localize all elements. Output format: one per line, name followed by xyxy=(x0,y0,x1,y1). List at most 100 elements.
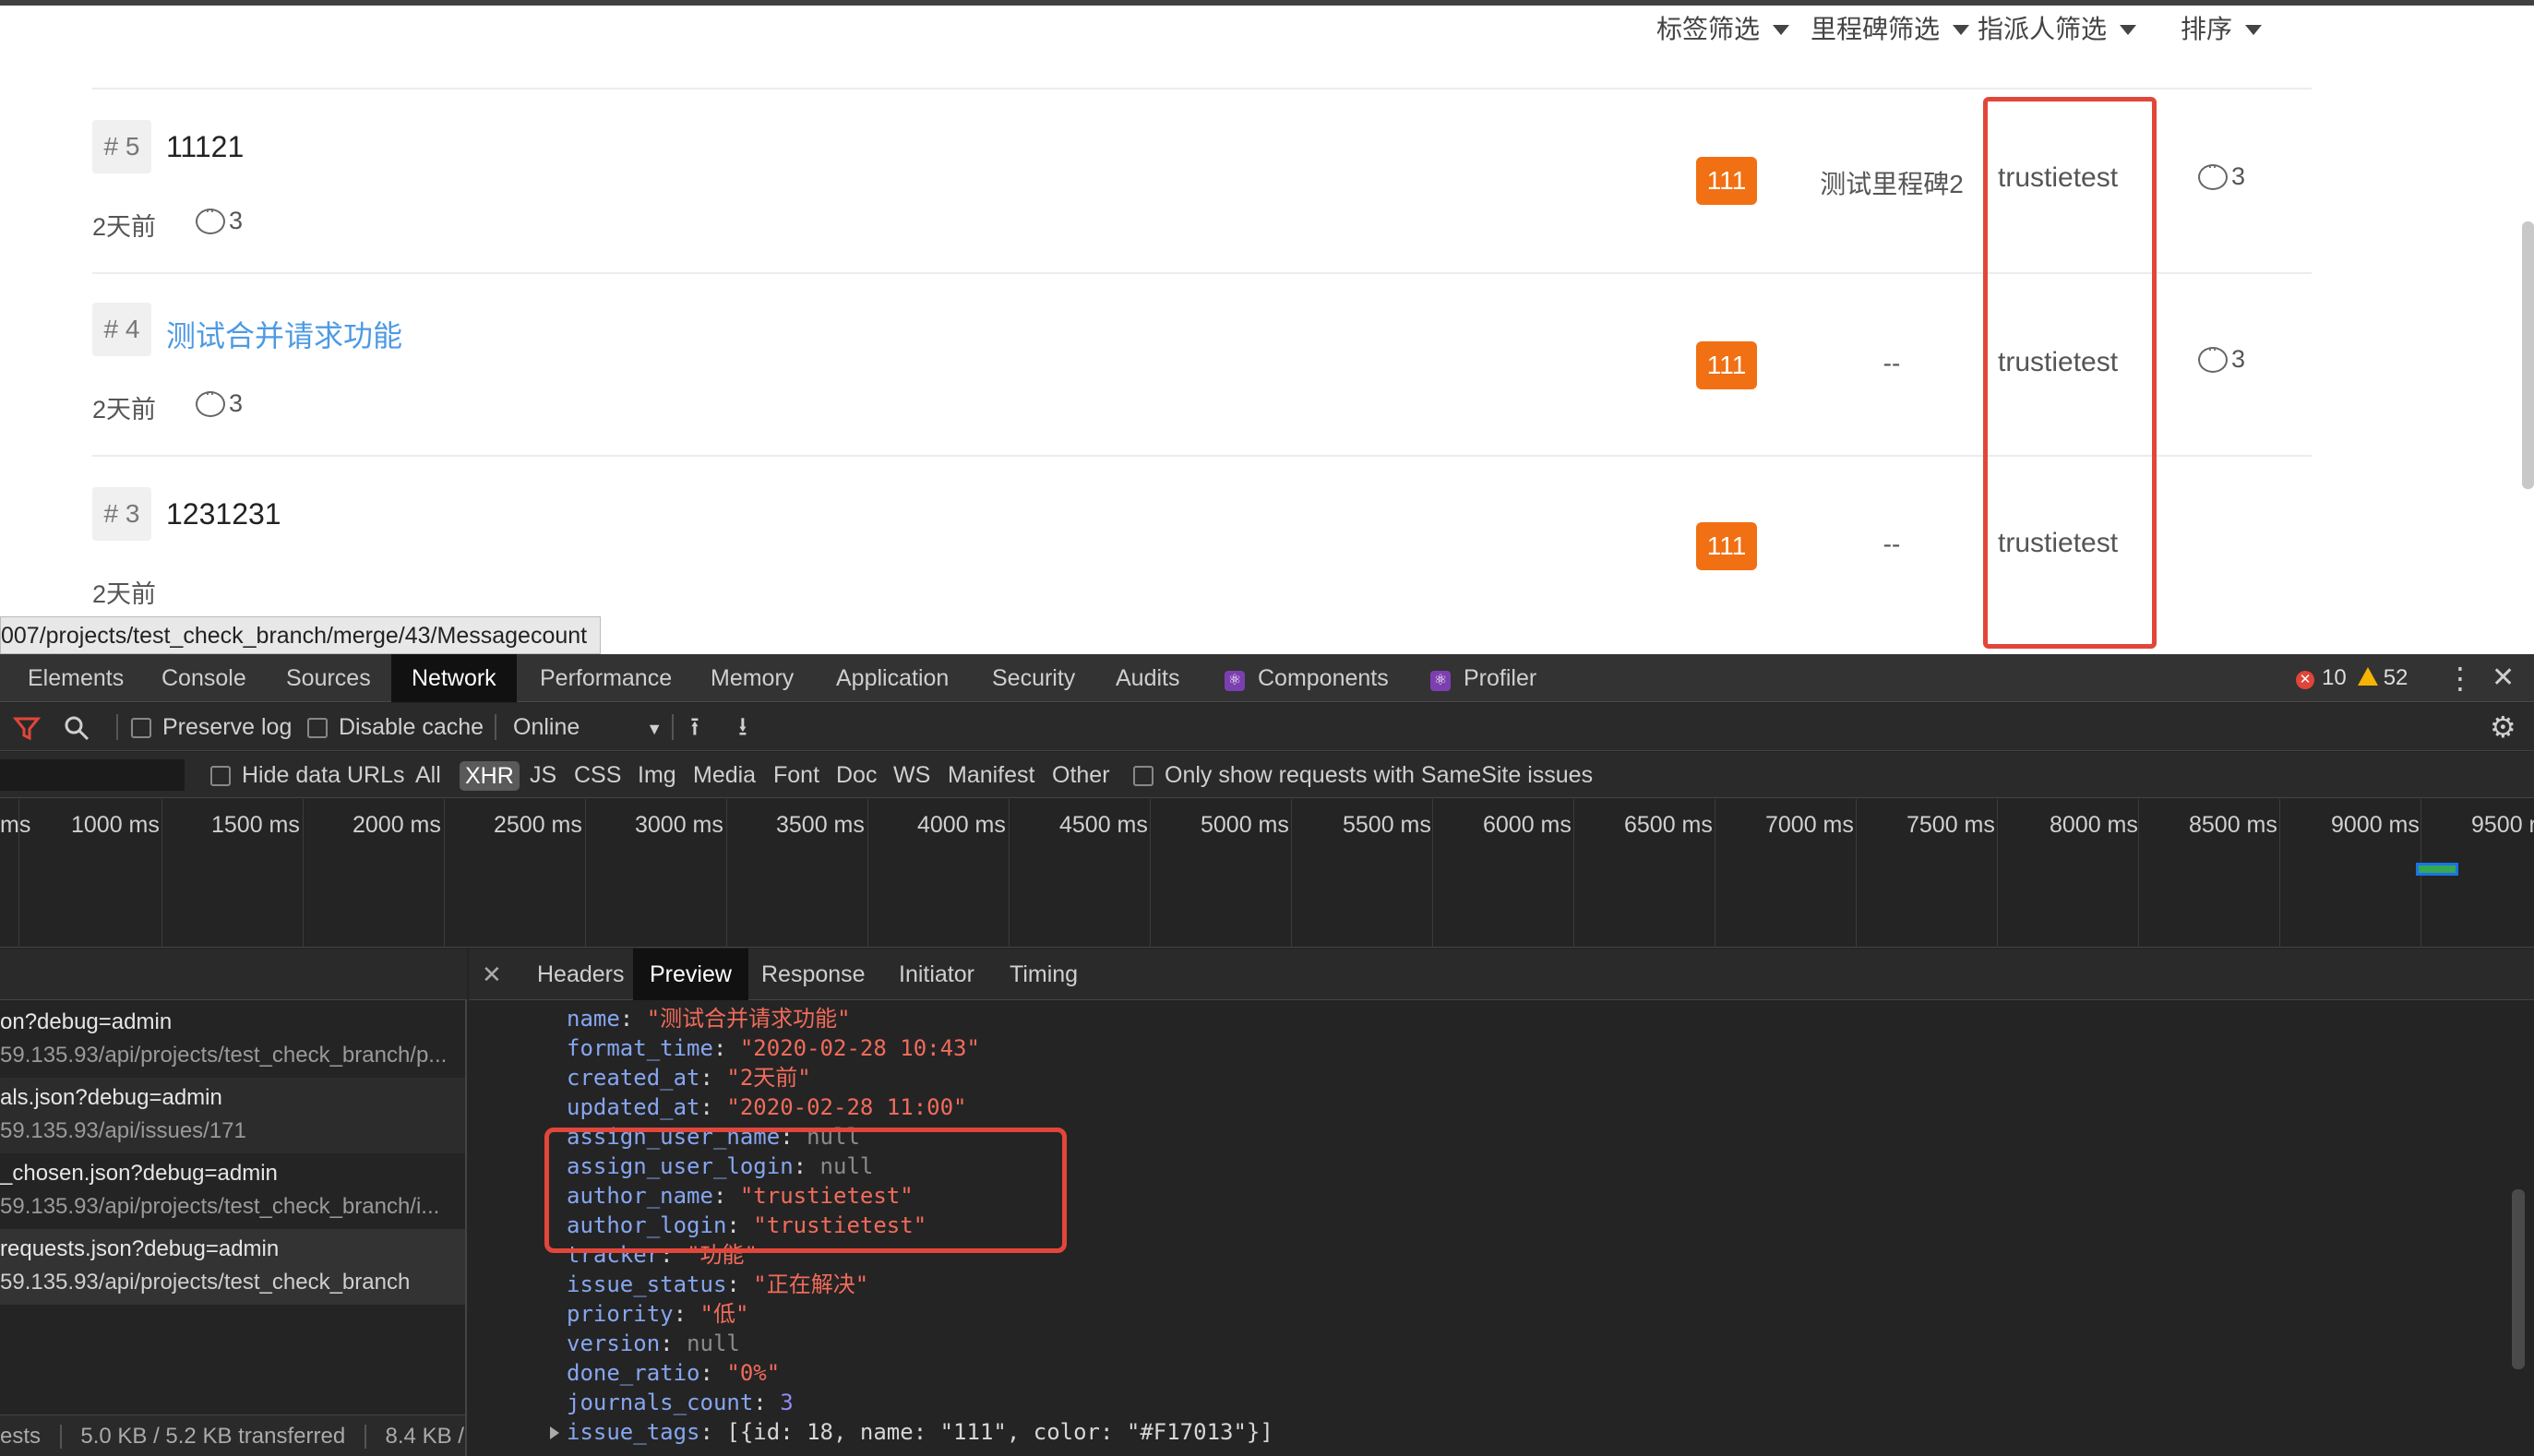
tab-console[interactable]: Console xyxy=(141,654,267,702)
issue-tag[interactable]: 111 xyxy=(1696,157,1757,205)
samesite-checkbox[interactable]: Only show requests with SameSite issues xyxy=(1133,752,1593,798)
summary-transferred: 5.0 KB / 5.2 KB transferred xyxy=(80,1424,346,1449)
json-highlight-box xyxy=(544,1128,1067,1253)
error-icon: ✕ xyxy=(2296,671,2314,689)
tab-components-label: Components xyxy=(1258,665,1389,691)
tab-performance[interactable]: Performance xyxy=(520,654,692,702)
comment-count: 3 xyxy=(2231,162,2246,190)
issue-tag[interactable]: 111 xyxy=(1696,341,1757,389)
tab-profiler[interactable]: ⚛ Profiler xyxy=(1410,654,1557,702)
type-filter-other[interactable]: Other xyxy=(1052,752,1110,798)
issue-title[interactable]: 测试合并请求功能 xyxy=(166,313,402,355)
divider xyxy=(92,272,2312,274)
preserve-log-checkbox[interactable]: Preserve log xyxy=(131,703,292,751)
timeline-tick-label: 3000 ms xyxy=(635,812,723,838)
network-timeline[interactable]: ms 1000 ms 1500 ms 2000 ms 2500 ms 3000 … xyxy=(0,799,2534,948)
devtools-panel: Elements Console Sources Network Perform… xyxy=(0,654,2534,1456)
issue-comment-count: 3 xyxy=(196,384,243,418)
sort-filter[interactable]: 排序 xyxy=(2181,9,2263,46)
timeline-gridline xyxy=(1291,799,1292,948)
assignee-filter[interactable]: 指派人筛选 xyxy=(1978,9,2137,46)
timeline-gridline xyxy=(585,799,586,948)
timeline-gridline xyxy=(1997,799,1998,948)
tab-components[interactable]: ⚛ Components xyxy=(1204,654,1409,702)
issue-tag[interactable]: 111 xyxy=(1696,522,1757,570)
network-filter-bar: Hide data URLs All XHR JS CSS Img Media … xyxy=(0,752,2534,798)
react-icon: ⚛ xyxy=(1225,671,1245,691)
issue-title[interactable]: 1231231 xyxy=(166,497,281,531)
type-filter-doc[interactable]: Doc xyxy=(836,752,877,798)
tab-headers[interactable]: Headers xyxy=(520,949,641,1000)
detail-tab-bar: ✕ Headers Preview Response Initiator Tim… xyxy=(469,949,2534,1000)
search-icon[interactable] xyxy=(63,703,90,751)
summary-separator xyxy=(59,1425,62,1449)
json-line-issue-status: issue_status: "正在解决" xyxy=(567,1271,869,1297)
checkbox-icon xyxy=(210,766,231,786)
request-row-selected[interactable]: requests.json?debug=admin 59.135.93/api/… xyxy=(0,1229,465,1305)
tab-preview[interactable]: Preview xyxy=(633,949,748,1000)
kebab-menu-icon[interactable]: ⋮ xyxy=(2445,654,2475,702)
react-icon: ⚛ xyxy=(1430,671,1451,691)
hide-data-urls-checkbox[interactable]: Hide data URLs xyxy=(210,752,404,798)
tab-audits[interactable]: Audits xyxy=(1095,654,1200,702)
milestone-filter[interactable]: 里程碑筛选 xyxy=(1811,9,1970,46)
request-path: 59.135.93/api/projects/test_check_branch… xyxy=(0,1194,440,1219)
request-row[interactable]: _chosen.json?debug=admin 59.135.93/api/p… xyxy=(0,1153,465,1229)
expand-arrow-icon[interactable] xyxy=(550,1426,559,1439)
screenshot-root: 标签筛选 里程碑筛选 指派人筛选 排序 # 5 11121 2天前 3 111 … xyxy=(0,0,2534,1456)
assignee-highlight-box xyxy=(1983,97,2157,649)
timeline-gridline xyxy=(444,799,445,948)
tab-timing[interactable]: Timing xyxy=(993,949,1094,1000)
timeline-gridline xyxy=(1856,799,1857,948)
gear-icon[interactable]: ⚙ xyxy=(2490,703,2516,751)
summary-requests: ests xyxy=(0,1424,42,1449)
type-filter-manifest[interactable]: Manifest xyxy=(948,752,1034,798)
request-row[interactable]: on?debug=admin 59.135.93/api/projects/te… xyxy=(0,1002,465,1078)
type-filter-all[interactable]: All xyxy=(415,752,441,798)
divider xyxy=(92,88,2312,90)
tab-application[interactable]: Application xyxy=(816,654,969,702)
throttle-select[interactable]: Online ▼ xyxy=(513,703,663,751)
tab-security[interactable]: Security xyxy=(972,654,1095,702)
issue-title[interactable]: 11121 xyxy=(166,130,244,164)
checkbox-icon xyxy=(307,718,328,738)
type-filter-ws[interactable]: WS xyxy=(893,752,930,798)
tab-response[interactable]: Response xyxy=(745,949,882,1000)
json-line-created-at: created_at: "2天前" xyxy=(567,1065,811,1091)
filter-icon[interactable] xyxy=(12,703,42,751)
tab-memory[interactable]: Memory xyxy=(690,654,814,702)
timeline-tick-label: 9500 r xyxy=(2471,812,2534,838)
json-line-issue-tags[interactable]: issue_tags: [{id: 18, name: "111", color… xyxy=(550,1417,1273,1447)
tab-initiator[interactable]: Initiator xyxy=(882,949,991,1000)
tab-network[interactable]: Network xyxy=(391,654,517,702)
error-warning-counter[interactable]: ✕ 10 52 xyxy=(2296,654,2408,702)
json-line-journals-count: journals_count: 3 xyxy=(567,1390,794,1415)
timeline-tick-label: 5000 ms xyxy=(1201,812,1289,838)
type-filter-media[interactable]: Media xyxy=(693,752,756,798)
timeline-gridline xyxy=(161,799,162,948)
tab-sources[interactable]: Sources xyxy=(266,654,391,702)
type-filter-font[interactable]: Font xyxy=(773,752,819,798)
type-filter-css[interactable]: CSS xyxy=(574,752,621,798)
close-icon[interactable]: ✕ xyxy=(2492,654,2515,702)
request-name: requests.json?debug=admin xyxy=(0,1236,280,1261)
filter-input[interactable] xyxy=(0,759,185,791)
import-har-icon[interactable]: ⭱ xyxy=(690,703,699,751)
type-filter-xhr[interactable]: XHR xyxy=(460,761,520,791)
detail-scrollbar[interactable] xyxy=(2512,1189,2525,1369)
export-har-icon[interactable]: ⭳ xyxy=(738,703,747,751)
close-icon[interactable]: ✕ xyxy=(482,949,502,1000)
disable-cache-checkbox[interactable]: Disable cache xyxy=(307,703,484,751)
page-scrollbar[interactable] xyxy=(2522,221,2534,489)
json-line-priority: priority: "低" xyxy=(567,1301,749,1327)
type-filter-js[interactable]: JS xyxy=(530,752,556,798)
tab-elements[interactable]: Elements xyxy=(7,654,144,702)
label-filter[interactable]: 标签筛选 xyxy=(1656,9,1790,46)
request-row[interactable]: als.json?debug=admin 59.135.93/api/issue… xyxy=(0,1078,465,1153)
comment-icon xyxy=(2198,157,2228,190)
type-filter-img[interactable]: Img xyxy=(638,752,676,798)
timeline-tick-label: 1500 ms xyxy=(211,812,300,838)
issues-page: 标签筛选 里程碑筛选 指派人筛选 排序 # 5 11121 2天前 3 111 … xyxy=(0,0,2534,654)
timeline-gridline xyxy=(867,799,868,948)
network-summary: ests 5.0 KB / 5.2 KB transferred 8.4 KB … xyxy=(0,1414,476,1456)
